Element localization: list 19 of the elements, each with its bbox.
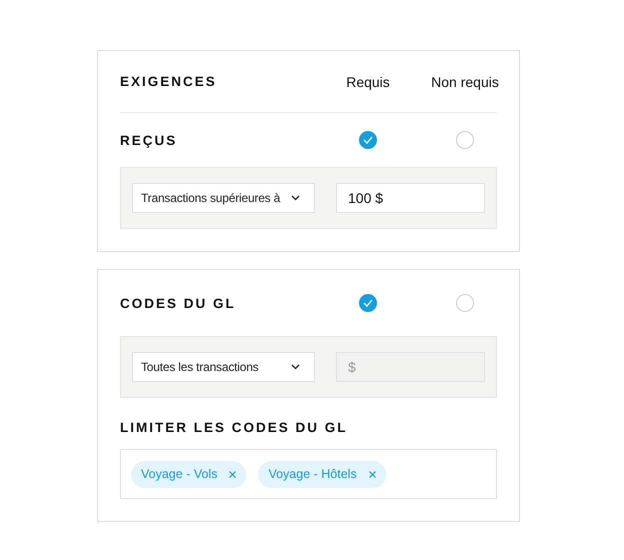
column-header: Non requis [431, 74, 499, 90]
radio-button[interactable] [359, 131, 377, 149]
condition-dropdown[interactable]: Transactions supérieures à [132, 183, 315, 213]
close-icon[interactable] [229, 470, 236, 478]
close-icon[interactable] [368, 470, 376, 478]
section-title: LIMITER LES CODES DU GL [120, 420, 349, 435]
chevron-down-icon [291, 195, 300, 201]
section-title: CODES DU GL [120, 296, 237, 310]
column-header: Requis [346, 74, 390, 90]
radio-button[interactable] [359, 294, 377, 312]
condition-dropdown[interactable]: Toutes les transactions [132, 352, 315, 382]
radio-button[interactable] [456, 131, 474, 149]
chevron-down-icon [291, 364, 300, 370]
section-title: REÇUS [120, 132, 178, 148]
check-icon [363, 136, 373, 144]
check-icon [363, 299, 373, 307]
radio-button[interactable] [456, 294, 474, 312]
amount-field[interactable]: 100 $ [336, 183, 485, 213]
section-title: EXIGENCES [120, 74, 218, 89]
